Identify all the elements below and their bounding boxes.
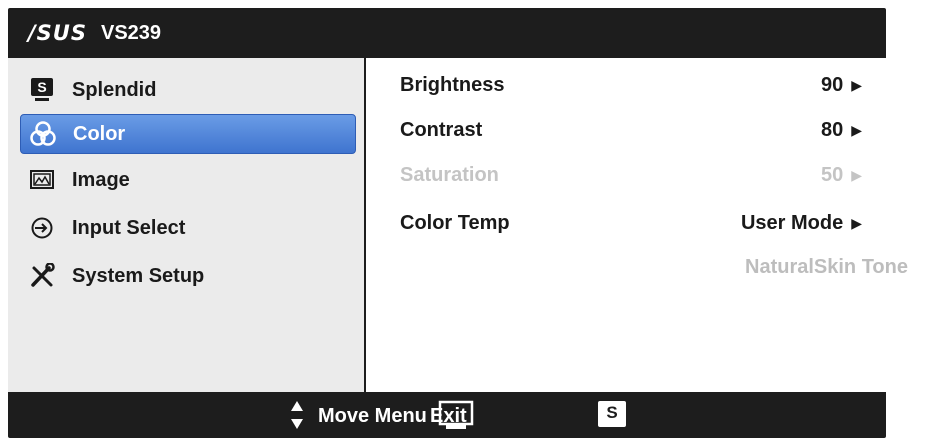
splendid-key-icon: S [598,401,626,427]
color-settings-panel: Brightness 90 ▶ Contrast 80 ▶ Saturation… [366,58,886,392]
menu-item-image[interactable]: Image [20,160,356,200]
setting-value: User Mode [740,211,844,234]
osd-window: /SUS VS239 S Splendid Color Image Input … [8,8,886,438]
menu-item-label: Splendid [72,78,157,101]
up-down-arrow-icon [290,400,304,430]
tools-icon [28,262,56,290]
asus-logo: /SUS [28,21,87,45]
setting-brightness[interactable]: Brightness 90 ▶ [400,67,862,103]
setting-value: 50 [820,163,844,186]
arrow-right-icon: ▶ [851,121,862,138]
arrow-right-icon: ▶ [851,166,862,183]
osd-footer: Move Menu Exit S [8,392,886,438]
setting-label: Color Temp [400,211,510,234]
menu-item-label: Color [73,122,126,145]
natural-skin-tone-option: NaturalSkin Tone [745,256,908,278]
color-circles-icon [29,120,57,148]
setting-saturation: Saturation 50 ▶ [400,157,862,193]
arrow-right-icon: ▶ [851,76,862,93]
model-name: VS239 [100,21,162,44]
osd-title-bar: /SUS VS239 [8,8,886,58]
menu-item-input-select[interactable]: Input Select [20,208,356,248]
setting-color-temp[interactable]: Color Temp User Mode ▶ [400,205,862,241]
menu-item-label: Image [72,168,130,191]
splendid-s-icon: S [28,76,56,104]
arrow-right-icon: ▶ [851,214,862,231]
main-menu-panel: S Splendid Color Image Input Select Syst… [8,58,364,392]
exit-hint: Exit [430,405,467,427]
svg-text:S: S [37,79,46,95]
menu-item-color[interactable]: Color [20,114,356,154]
move-menu-hint: Move Menu [318,405,427,427]
setting-label: Contrast [400,118,483,141]
setting-contrast[interactable]: Contrast 80 ▶ [400,112,862,148]
input-select-icon [28,214,56,242]
setting-label: Brightness [400,73,505,96]
setting-value: 80 [820,118,844,141]
menu-item-system-setup[interactable]: System Setup [20,256,356,296]
setting-value: 90 [820,73,844,96]
image-icon [28,166,56,194]
menu-item-label: Input Select [72,216,186,239]
setting-label: Saturation [400,163,499,186]
menu-item-label: System Setup [72,264,205,287]
menu-item-splendid[interactable]: S Splendid [20,70,356,110]
